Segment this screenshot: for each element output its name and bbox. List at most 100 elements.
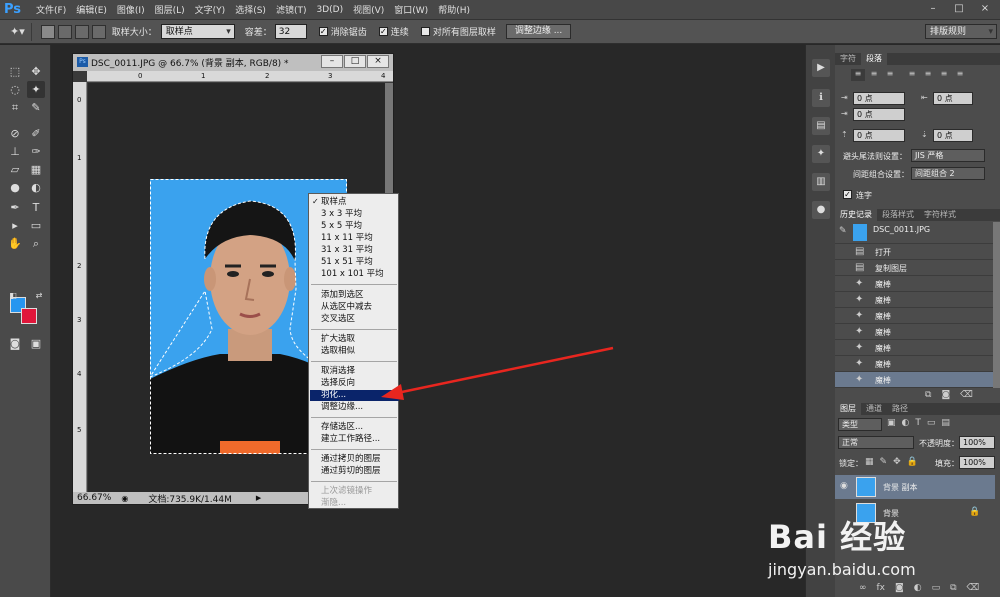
path-selection-icon[interactable]: ▸ <box>6 217 24 234</box>
history-item[interactable]: ▤ 打开 <box>835 244 993 260</box>
magic-wand-preset-icon[interactable]: ✦▾ <box>10 25 25 38</box>
maximize-button[interactable]: □ <box>948 2 970 16</box>
new-group-icon[interactable]: ▭ <box>932 583 941 593</box>
justify-right-icon[interactable]: ≡ <box>937 69 951 81</box>
history-item-current[interactable]: ✦ 魔棒 <box>835 372 993 388</box>
menu-image[interactable]: 图像(I) <box>117 3 145 16</box>
history-item[interactable]: ✦ 魔棒 <box>835 340 993 356</box>
menu-layer[interactable]: 图层(L) <box>155 3 185 16</box>
indent-left-input[interactable]: 0 点 <box>853 92 905 105</box>
filter-type-icon[interactable]: T <box>915 418 921 428</box>
adjustment-layer-icon[interactable]: ◐ <box>914 583 922 593</box>
indent-right-input[interactable]: 0 点 <box>933 92 973 105</box>
hand-tool-icon[interactable]: ✋ <box>6 235 24 252</box>
doc-maximize-button[interactable]: □ <box>344 55 366 68</box>
visibility-eye-icon[interactable]: ◉ <box>840 481 848 491</box>
menu-item-add-selection[interactable]: 添加到选区 <box>321 290 399 301</box>
zoom-level[interactable]: 66.67% <box>77 493 111 503</box>
justify-left-icon[interactable]: ≡ <box>905 69 919 81</box>
fill-input[interactable]: 100% <box>959 456 995 469</box>
space-before-input[interactable]: 0 点 <box>853 129 905 142</box>
tab-character-styles[interactable]: 字符样式 <box>919 209 961 221</box>
history-snapshot[interactable]: ✎ DSC_0011.JPG <box>835 222 993 244</box>
history-brush-icon[interactable]: ✑ <box>27 143 45 160</box>
add-mask-icon[interactable]: ◙ <box>895 583 904 593</box>
menu-item-layer-via-copy[interactable]: 通过拷贝的图层 <box>321 454 399 465</box>
new-selection-icon[interactable] <box>40 24 55 39</box>
menu-help[interactable]: 帮助(H) <box>438 3 470 16</box>
new-snapshot-icon[interactable]: ◙ <box>941 390 950 400</box>
history-item[interactable]: ✦ 魔棒 <box>835 324 993 340</box>
filter-pixel-icon[interactable]: ▣ <box>887 418 896 428</box>
menu-item-11x11[interactable]: 11 x 11 平均 <box>321 233 399 244</box>
menu-item-sample-point[interactable]: 取样点 <box>321 197 399 208</box>
lock-all-icon[interactable]: 🔒 <box>907 457 918 467</box>
filter-smart-icon[interactable]: ▤ <box>941 418 950 428</box>
quick-mask-icon[interactable]: ◙ <box>6 335 24 352</box>
menu-item-31x31[interactable]: 31 x 31 平均 <box>321 245 399 256</box>
screen-mode-icon[interactable]: ▣ <box>27 335 45 352</box>
tool-presets-icon[interactable]: ✦ <box>812 145 830 163</box>
delete-icon[interactable]: ⌫ <box>960 390 973 400</box>
zoom-tool-icon[interactable]: ⌕ <box>27 235 45 252</box>
indent-first-input[interactable]: 0 点 <box>853 108 905 121</box>
healing-brush-icon[interactable]: ⊘ <box>6 125 24 142</box>
tab-history[interactable]: 历史记录 <box>835 209 877 221</box>
tolerance-input[interactable]: 32 <box>274 24 307 39</box>
layer-name[interactable]: 背景 副本 <box>883 482 918 493</box>
clone-stamp-icon[interactable]: ⊥ <box>6 143 24 160</box>
history-item[interactable]: ✦ 魔棒 <box>835 308 993 324</box>
align-right-icon[interactable]: ≡ <box>883 69 897 81</box>
tab-paragraph[interactable]: 段落 <box>861 53 887 65</box>
menu-type[interactable]: 文字(Y) <box>195 3 226 16</box>
kinsoku-select[interactable]: JIS 严格 <box>911 149 985 162</box>
menu-item-layer-via-cut[interactable]: 通过剪切的图层 <box>321 466 399 477</box>
menu-item-51x51[interactable]: 51 x 51 平均 <box>321 257 399 268</box>
swap-colors-icon[interactable]: ⇄ <box>30 287 48 304</box>
doc-close-button[interactable]: × <box>367 55 389 68</box>
menu-item-subtract-selection[interactable]: 从选区中减去 <box>321 302 399 313</box>
history-item[interactable]: ✦ 魔棒 <box>835 356 993 372</box>
pen-tool-icon[interactable]: ✒ <box>6 199 24 216</box>
crop-tool-icon[interactable]: ⌗ <box>6 99 24 116</box>
menu-item-3x3[interactable]: 3 x 3 平均 <box>321 209 399 220</box>
swatches-icon[interactable]: ▥ <box>812 173 830 191</box>
menu-window[interactable]: 窗口(W) <box>394 3 428 16</box>
history-item[interactable]: ▤ 复制图层 <box>835 260 993 276</box>
align-left-icon[interactable]: ≡ <box>851 69 865 81</box>
brush-presets-icon[interactable]: ● <box>812 201 830 219</box>
move-tool-icon[interactable]: ✥ <box>27 63 45 80</box>
tab-character[interactable]: 字符 <box>835 53 861 65</box>
layer-row-selected[interactable]: ◉ 背景 副本 <box>835 475 995 499</box>
contiguous-checkbox[interactable]: ✓ <box>378 27 388 36</box>
minimize-button[interactable]: – <box>922 2 944 16</box>
menu-3d[interactable]: 3D(D) <box>316 5 343 15</box>
marquee-tool-icon[interactable]: ⬚ <box>6 63 24 80</box>
lock-image-icon[interactable]: ✎ <box>880 457 888 467</box>
eraser-tool-icon[interactable]: ▱ <box>6 161 24 178</box>
menu-item-make-work-path[interactable]: 建立工作路径... <box>321 434 399 445</box>
history-scrollbar[interactable] <box>993 222 1000 388</box>
snapshot-brush-icon[interactable]: ✎ <box>839 226 847 236</box>
mojikumi-select[interactable]: 间距组合 2 <box>911 167 985 180</box>
menu-item-save-selection[interactable]: 存储选区... <box>321 422 399 433</box>
tab-paths[interactable]: 路径 <box>887 403 913 415</box>
shape-tool-icon[interactable]: ▭ <box>27 217 45 234</box>
all-layers-checkbox[interactable] <box>420 27 430 36</box>
menu-view[interactable]: 视图(V) <box>353 3 384 16</box>
play-action-icon[interactable]: ▶ <box>812 59 830 77</box>
magic-wand-tool-icon[interactable]: ✦ <box>27 81 45 98</box>
menu-item-refine-edge[interactable]: 调整边缘... <box>321 402 399 413</box>
status-menu-arrow-icon[interactable]: ▶ <box>256 494 261 502</box>
hyphenate-checkbox[interactable]: ✓ <box>843 190 852 199</box>
menu-edit[interactable]: 编辑(E) <box>76 3 107 16</box>
tab-channels[interactable]: 通道 <box>861 403 887 415</box>
layer-filter-select[interactable]: 类型 <box>838 418 882 431</box>
delete-layer-icon[interactable]: ⌫ <box>967 583 980 593</box>
filter-shape-icon[interactable]: ▭ <box>927 418 936 428</box>
type-tool-icon[interactable]: T <box>27 199 45 216</box>
subtract-selection-icon[interactable] <box>74 24 89 39</box>
new-document-icon[interactable]: ⧉ <box>925 390 931 400</box>
lasso-tool-icon[interactable]: ◌ <box>6 81 24 98</box>
eyedropper-tool-icon[interactable]: ✎ <box>27 99 45 116</box>
